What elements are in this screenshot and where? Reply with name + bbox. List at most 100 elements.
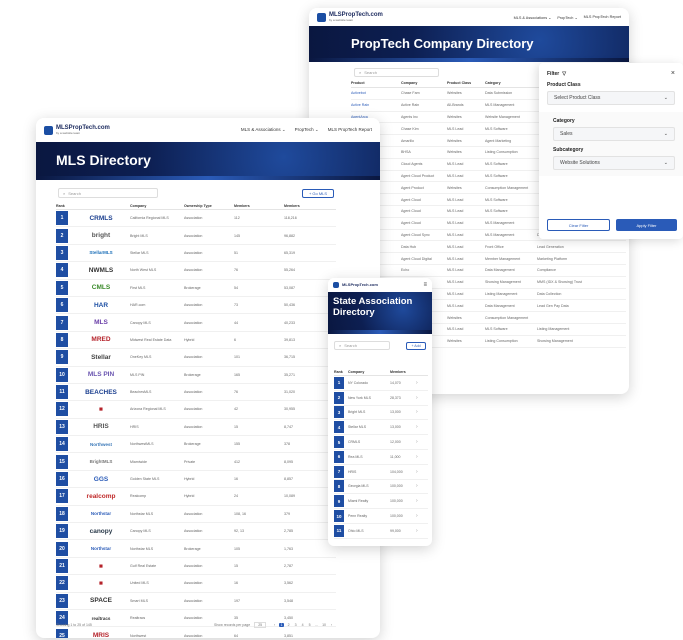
table-row[interactable]: 17 realcomp Realcomp Hybrid 24 10,089 — [56, 488, 336, 506]
table-row[interactable]: 9 Stellar OneKey MLS Association 101 36,715 — [56, 349, 336, 367]
table-row[interactable]: 4 NWMLS North West MLS Association 76 55,264 — [56, 262, 336, 280]
table-row[interactable]: 2 bright Bright MLS Association 145 96,882 — [56, 227, 336, 245]
col-company[interactable]: Company — [348, 370, 390, 374]
company-name[interactable]: Miamiwide — [130, 460, 184, 464]
company-name[interactable]: Northwest — [130, 634, 184, 638]
page-link[interactable]: 1 — [279, 623, 285, 627]
company-name[interactable]: CRMLS — [348, 440, 390, 444]
company-name[interactable]: Bright MLS — [130, 234, 184, 238]
chevron-right-icon[interactable]: › — [416, 424, 418, 430]
company-name[interactable]: BeachesMLS — [130, 390, 184, 394]
table-row[interactable]: DigitalAgent Cloud DigitalMLS LeadMember… — [351, 253, 626, 265]
product-class-select[interactable]: Select Product Class ⌄ — [547, 91, 675, 105]
table-row[interactable]: 3 StellarMLS Stellar MLS Association 51 65,31… — [56, 245, 336, 263]
col-members[interactable]: Members — [390, 370, 420, 374]
col-product[interactable]: Product — [351, 81, 401, 85]
col-ownership[interactable]: Ownership Type — [184, 204, 234, 208]
company-name[interactable]: California Regional MLS — [130, 216, 184, 220]
nav-proptech[interactable]: PropTech ⌄ — [295, 127, 319, 133]
chevron-right-icon[interactable]: › — [416, 409, 418, 415]
nav-proptech[interactable]: PropTech ⌄ — [557, 15, 577, 20]
table-row[interactable]: 14 Northwest NorthwestMLS Brokerage 155 378 — [56, 436, 336, 454]
col-product-class[interactable]: Product Class — [447, 81, 485, 85]
company-name[interactable]: Canopy MLS — [130, 529, 184, 533]
brand-logo[interactable]: MLSPropTech.com — [333, 282, 378, 288]
company-name[interactable]: Northstar MLS — [130, 547, 184, 551]
table-row[interactable]: 1 NY Colorado 14,070 › — [334, 376, 428, 391]
company-name[interactable]: United MLS — [130, 581, 184, 585]
company-name[interactable]: North West MLS — [130, 268, 184, 272]
apply-filter-button[interactable]: Apply Filter — [616, 219, 677, 231]
table-row[interactable]: 15 BrightMLS Miamiwide Private 412 8,095 — [56, 453, 336, 471]
page-link[interactable]: › — [329, 623, 334, 627]
page-link[interactable]: 5 — [307, 623, 312, 627]
company-name[interactable]: Realtracs — [130, 616, 184, 620]
company-name[interactable]: New York MLS — [348, 396, 390, 400]
page-link[interactable]: ... — [314, 623, 319, 627]
col-rank[interactable]: Rank — [56, 204, 72, 208]
company-name[interactable]: First MLS — [130, 286, 184, 290]
company-name[interactable]: HRIS — [348, 470, 390, 474]
brand-logo[interactable]: MLSPropTech.com by a website team — [44, 125, 110, 135]
chevron-right-icon[interactable]: › — [416, 454, 418, 460]
table-row[interactable]: 7 MLS Canopy MLS Association 44 40,233 — [56, 314, 336, 332]
chevron-right-icon[interactable]: › — [416, 513, 418, 519]
company-name[interactable]: Realcomp — [130, 494, 184, 498]
company-name[interactable]: Georgia MLS — [348, 484, 390, 488]
company-name[interactable]: Smart MLS — [130, 599, 184, 603]
page-link[interactable]: 4 — [300, 623, 305, 627]
company-name[interactable]: NY Colorado — [348, 381, 390, 385]
company-name[interactable]: Stellar MLS — [130, 251, 184, 255]
page-link[interactable]: 10 — [321, 623, 327, 627]
search-input[interactable]: ⌕ Search — [58, 188, 158, 198]
col-members-2[interactable]: Members — [284, 204, 324, 208]
table-row[interactable]: 22 ■ United MLS Association 16 3,562 — [56, 575, 336, 593]
table-row[interactable]: 8 MRED Midwest Real Estate Data Hybrid 6 39,8… — [56, 332, 336, 350]
table-row[interactable]: 11 BEACHES BeachesMLS Association 76 31,020 — [56, 384, 336, 402]
category-select[interactable]: Sales ⌄ — [553, 127, 675, 141]
company-name[interactable]: Gulf Real Estate — [130, 564, 184, 568]
chevron-right-icon[interactable]: › — [416, 380, 418, 386]
company-name[interactable]: Rea MLS — [348, 455, 390, 459]
company-name[interactable]: HRIS — [130, 425, 184, 429]
company-name[interactable]: Canopy MLS — [130, 321, 184, 325]
add-association-button[interactable]: + Add — [406, 341, 426, 350]
page-link[interactable]: 3 — [293, 623, 298, 627]
add-mls-button[interactable]: + Go MLS — [302, 188, 334, 198]
table-row[interactable]: 23 SPACE Smart MLS Association 197 3,548 — [56, 593, 336, 610]
company-name[interactable]: Golden State MLS — [130, 477, 184, 481]
table-row[interactable]: 6 HAR HAR.com Association 73 50,436 — [56, 297, 336, 315]
chevron-right-icon[interactable]: › — [416, 528, 418, 534]
table-row[interactable]: Data HubData HubMLS LeadFront OfficeLead… — [351, 241, 626, 254]
chevron-right-icon[interactable]: › — [416, 483, 418, 489]
search-input[interactable]: ⌕ Search — [354, 68, 439, 77]
search-input[interactable]: ⌕ Search — [334, 341, 390, 350]
col-company[interactable]: Company — [401, 81, 447, 85]
table-row[interactable]: 11 Ohio MLS 99,000 › — [334, 524, 428, 539]
table-row[interactable]: 5 CMLS First MLS Brokerage 54 53,087 — [56, 280, 336, 297]
table-row[interactable]: EchoEchoMLS LeadData ManagementComplianc… — [351, 265, 626, 277]
table-row[interactable]: 19 canopy Canopy MLS Association 92, 13 2,785 — [56, 523, 336, 541]
col-rank[interactable]: Rank — [334, 370, 348, 374]
col-members[interactable]: Members — [234, 204, 284, 208]
page-link[interactable]: ‹ — [272, 623, 277, 627]
nav-report[interactable]: MLS PropTech Report — [328, 127, 372, 133]
chevron-right-icon[interactable]: › — [416, 439, 418, 445]
table-row[interactable]: 2 New York MLS 28,373 › — [334, 391, 428, 406]
table-row[interactable]: 6 Rea MLS 11,000 › — [334, 450, 428, 465]
company-name[interactable]: NorthwestMLS — [130, 442, 184, 446]
table-row[interactable]: 10 Penn Realty 100,000 › — [334, 509, 428, 524]
page-link[interactable]: 2 — [286, 623, 291, 627]
per-page-select[interactable]: 25 — [254, 622, 267, 628]
subcategory-select[interactable]: Website Solutions ⌄ — [553, 156, 675, 170]
company-name[interactable]: Ohio MLS — [348, 529, 390, 533]
table-row[interactable]: 12 ■ Arizona Regional MLS Association 42 30,9… — [56, 401, 336, 419]
company-name[interactable]: HAR.com — [130, 303, 184, 307]
col-category[interactable]: Category — [485, 81, 537, 85]
table-row[interactable]: 21 ■ Gulf Real Estate Association 15 2,787 — [56, 558, 336, 576]
table-row[interactable]: 10 MLS PIN MLS PIN Brokerage 165 35,271 — [56, 367, 336, 384]
col-company[interactable]: Company — [130, 204, 184, 208]
chevron-right-icon[interactable]: › — [416, 498, 418, 504]
nav-report[interactable]: MLS PropTech Report — [584, 15, 621, 20]
table-row[interactable]: 18 Northstar Northstar MLS Association 108, … — [56, 506, 336, 524]
